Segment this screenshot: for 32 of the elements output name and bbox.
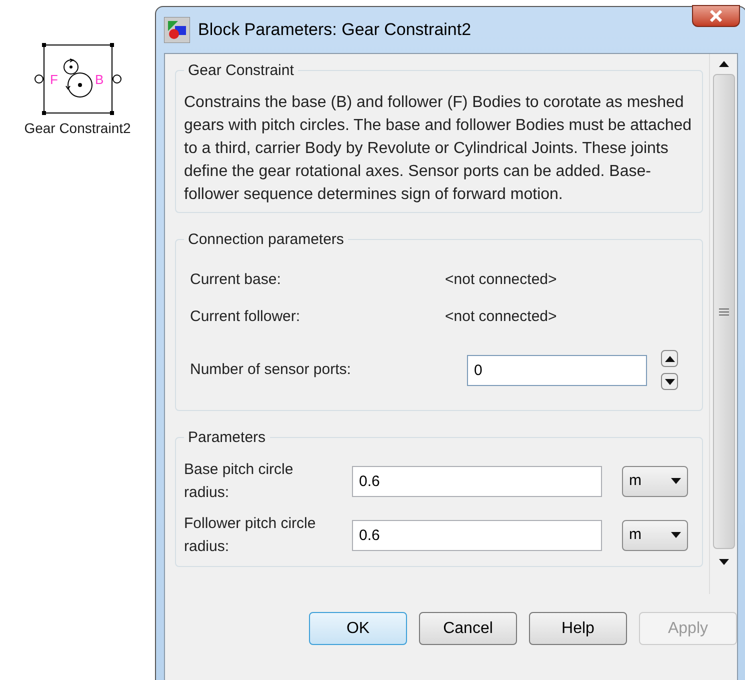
value-field[interactable]: 0.6 — [352, 520, 602, 550]
block-label: Gear Constraint2 — [24, 119, 131, 138]
unit-dropdown[interactable]: m — [622, 466, 688, 496]
window-title: Block Parameters: Gear Constraint2 — [198, 19, 472, 42]
field-label: Current follower: — [190, 307, 302, 328]
caret-down-icon — [664, 378, 674, 384]
caret-down-icon — [671, 532, 681, 538]
field-label: Base pitch circle radius: — [184, 460, 294, 503]
field-label: Number of sensor ports: — [190, 360, 352, 380]
spin-up-button[interactable] — [661, 350, 678, 367]
close-button[interactable] — [692, 5, 740, 27]
caret-down-icon — [671, 478, 681, 484]
field-value: <not connected> — [445, 307, 557, 328]
spin-down-button[interactable] — [661, 373, 678, 390]
field-label: Current base: — [190, 270, 282, 290]
field-value: <not connected> — [445, 270, 557, 290]
caret-up-icon — [718, 61, 728, 67]
caret-up-icon — [664, 356, 674, 362]
field-label: Follower pitch circle radius: — [184, 514, 317, 557]
close-icon — [709, 10, 723, 22]
dialog-button[interactable]: Cancel — [419, 612, 517, 645]
value-field[interactable]: 0.6 — [352, 466, 602, 496]
caret-down-icon — [718, 559, 728, 565]
app-icon — [164, 17, 190, 43]
grip-icon — [718, 308, 728, 316]
sensor-ports-field[interactable]: 0 — [467, 354, 647, 386]
dialog-button[interactable]: Help — [529, 612, 627, 645]
dialog-button[interactable]: OK — [309, 612, 407, 645]
scrollbar[interactable] — [709, 54, 737, 594]
description-text: Constrains the base (B) and follower (F) Bodies to corotate as meshed gears with pitch circles. The base and follower Bodies must be attached to a third, carrier Body by Revolute or Cylindrical Joints. These joints define the gear rotational axes. Sensor ports can be added. Base-follower sequence determines sign of forward motion. — [184, 93, 693, 205]
unit-dropdown[interactable]: m — [622, 520, 688, 550]
scrollbar-thumb[interactable] — [712, 74, 734, 549]
